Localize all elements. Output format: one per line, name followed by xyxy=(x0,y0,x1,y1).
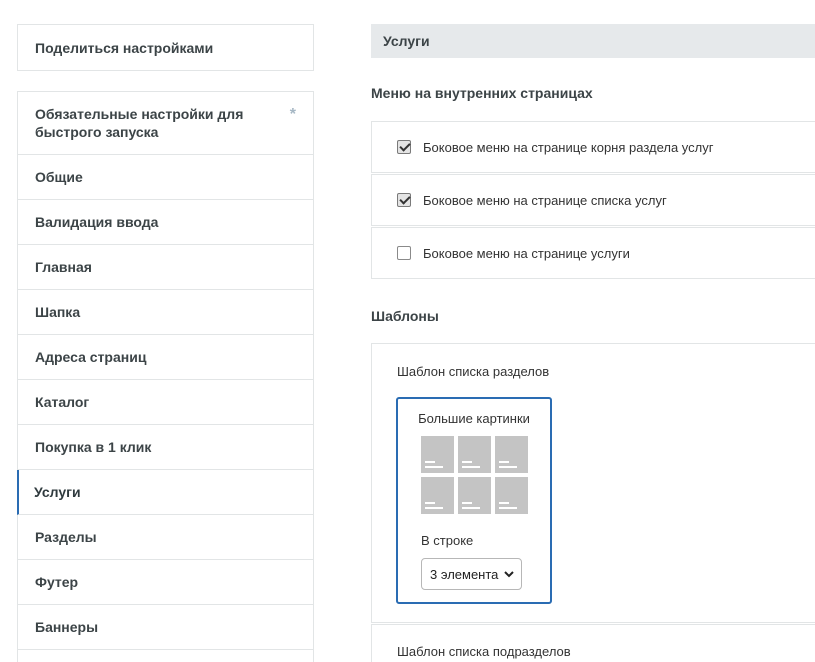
option-sidebar-root-services[interactable]: Боковое меню на странице корня раздела у… xyxy=(371,121,815,173)
section-title: Услуги xyxy=(383,33,430,49)
section-header: Услуги xyxy=(371,24,815,58)
sidebar-item-label: Каталог xyxy=(35,394,90,410)
template-card-large-images[interactable]: Большие картинки В строке 3 элемента xyxy=(396,397,552,604)
checkbox-checked[interactable] xyxy=(397,193,411,207)
checkbox-unchecked[interactable] xyxy=(397,246,411,260)
share-settings-label: Поделиться настройками xyxy=(35,39,214,56)
sidebar-item-general[interactable]: Общие xyxy=(18,155,313,200)
subsections-template-panel: Шаблон списка подразделов xyxy=(371,624,815,662)
sidebar-item-label: Покупка в 1 клик xyxy=(35,439,152,455)
option-label: Боковое меню на странице корня раздела у… xyxy=(423,139,714,155)
template-preview-icon xyxy=(421,436,528,514)
sidebar-item-label: Главная xyxy=(35,259,92,275)
template-card-title: Большие картинки xyxy=(418,411,530,426)
sidebar-item-label: Футер xyxy=(35,574,79,590)
image-placeholder-icon xyxy=(495,477,528,514)
sidebar-item-main[interactable]: Главная xyxy=(18,245,313,290)
chevron-down-icon xyxy=(504,571,514,578)
image-placeholder-icon xyxy=(458,477,491,514)
sidebar-item-label: Адреса страниц xyxy=(35,349,147,365)
option-label: Боковое меню на странице списка услуг xyxy=(423,192,667,208)
sidebar-item-label: Шапка xyxy=(35,304,81,320)
sidebar-item-required-settings[interactable]: Обязательные настройки для быстрого запу… xyxy=(18,92,313,155)
sidebar-item-footer[interactable]: Футер xyxy=(18,560,313,605)
sections-template-panel: Шаблон списка разделов Большие картинки … xyxy=(371,343,815,623)
image-placeholder-icon xyxy=(421,436,454,473)
settings-menu: Обязательные настройки для быстрого запу… xyxy=(17,91,314,662)
sidebar-item-label: Разделы xyxy=(35,529,97,545)
share-settings-button[interactable]: Поделиться настройками xyxy=(17,24,314,71)
menu-heading: Меню на внутренних страницах xyxy=(371,85,593,101)
per-row-select-value: 3 элемента xyxy=(430,566,499,582)
option-label: Боковое меню на странице услуги xyxy=(423,245,630,261)
sections-template-label: Шаблон списка разделов xyxy=(397,364,550,379)
required-star-icon: * xyxy=(289,106,296,123)
per-row-select[interactable]: 3 элемента xyxy=(421,558,522,590)
sidebar-item-one-click-buy[interactable]: Покупка в 1 клик xyxy=(18,425,313,470)
option-sidebar-service-page[interactable]: Боковое меню на странице услуги xyxy=(371,227,815,279)
sidebar-item-banners[interactable]: Баннеры xyxy=(18,605,313,650)
sidebar-item-services[interactable]: Услуги xyxy=(17,470,313,515)
sidebar-item-page-urls[interactable]: Адреса страниц xyxy=(18,335,313,380)
sidebar-item-label: Общие xyxy=(35,169,83,185)
sidebar-item-label: Услуги xyxy=(34,484,81,500)
sidebar-item-label: Валидация ввода xyxy=(35,214,159,230)
image-placeholder-icon xyxy=(421,477,454,514)
sidebar-item-label: Обязательные настройки для быстрого запу… xyxy=(35,106,244,140)
subsections-template-label: Шаблон списка подразделов xyxy=(397,644,571,659)
per-row-label: В строке xyxy=(421,533,474,548)
checkbox-checked[interactable] xyxy=(397,140,411,154)
image-placeholder-icon xyxy=(495,436,528,473)
image-placeholder-icon xyxy=(458,436,491,473)
sidebar-item-label: Баннеры xyxy=(35,619,99,635)
sidebar-item-header[interactable]: Шапка xyxy=(18,290,313,335)
sidebar-item-sections[interactable]: Разделы xyxy=(18,515,313,560)
option-sidebar-services-list[interactable]: Боковое меню на странице списка услуг xyxy=(371,174,815,226)
templates-heading: Шаблоны xyxy=(371,308,439,324)
sidebar-item-catalog[interactable]: Каталог xyxy=(18,380,313,425)
sidebar-item-input-validation[interactable]: Валидация ввода xyxy=(18,200,313,245)
